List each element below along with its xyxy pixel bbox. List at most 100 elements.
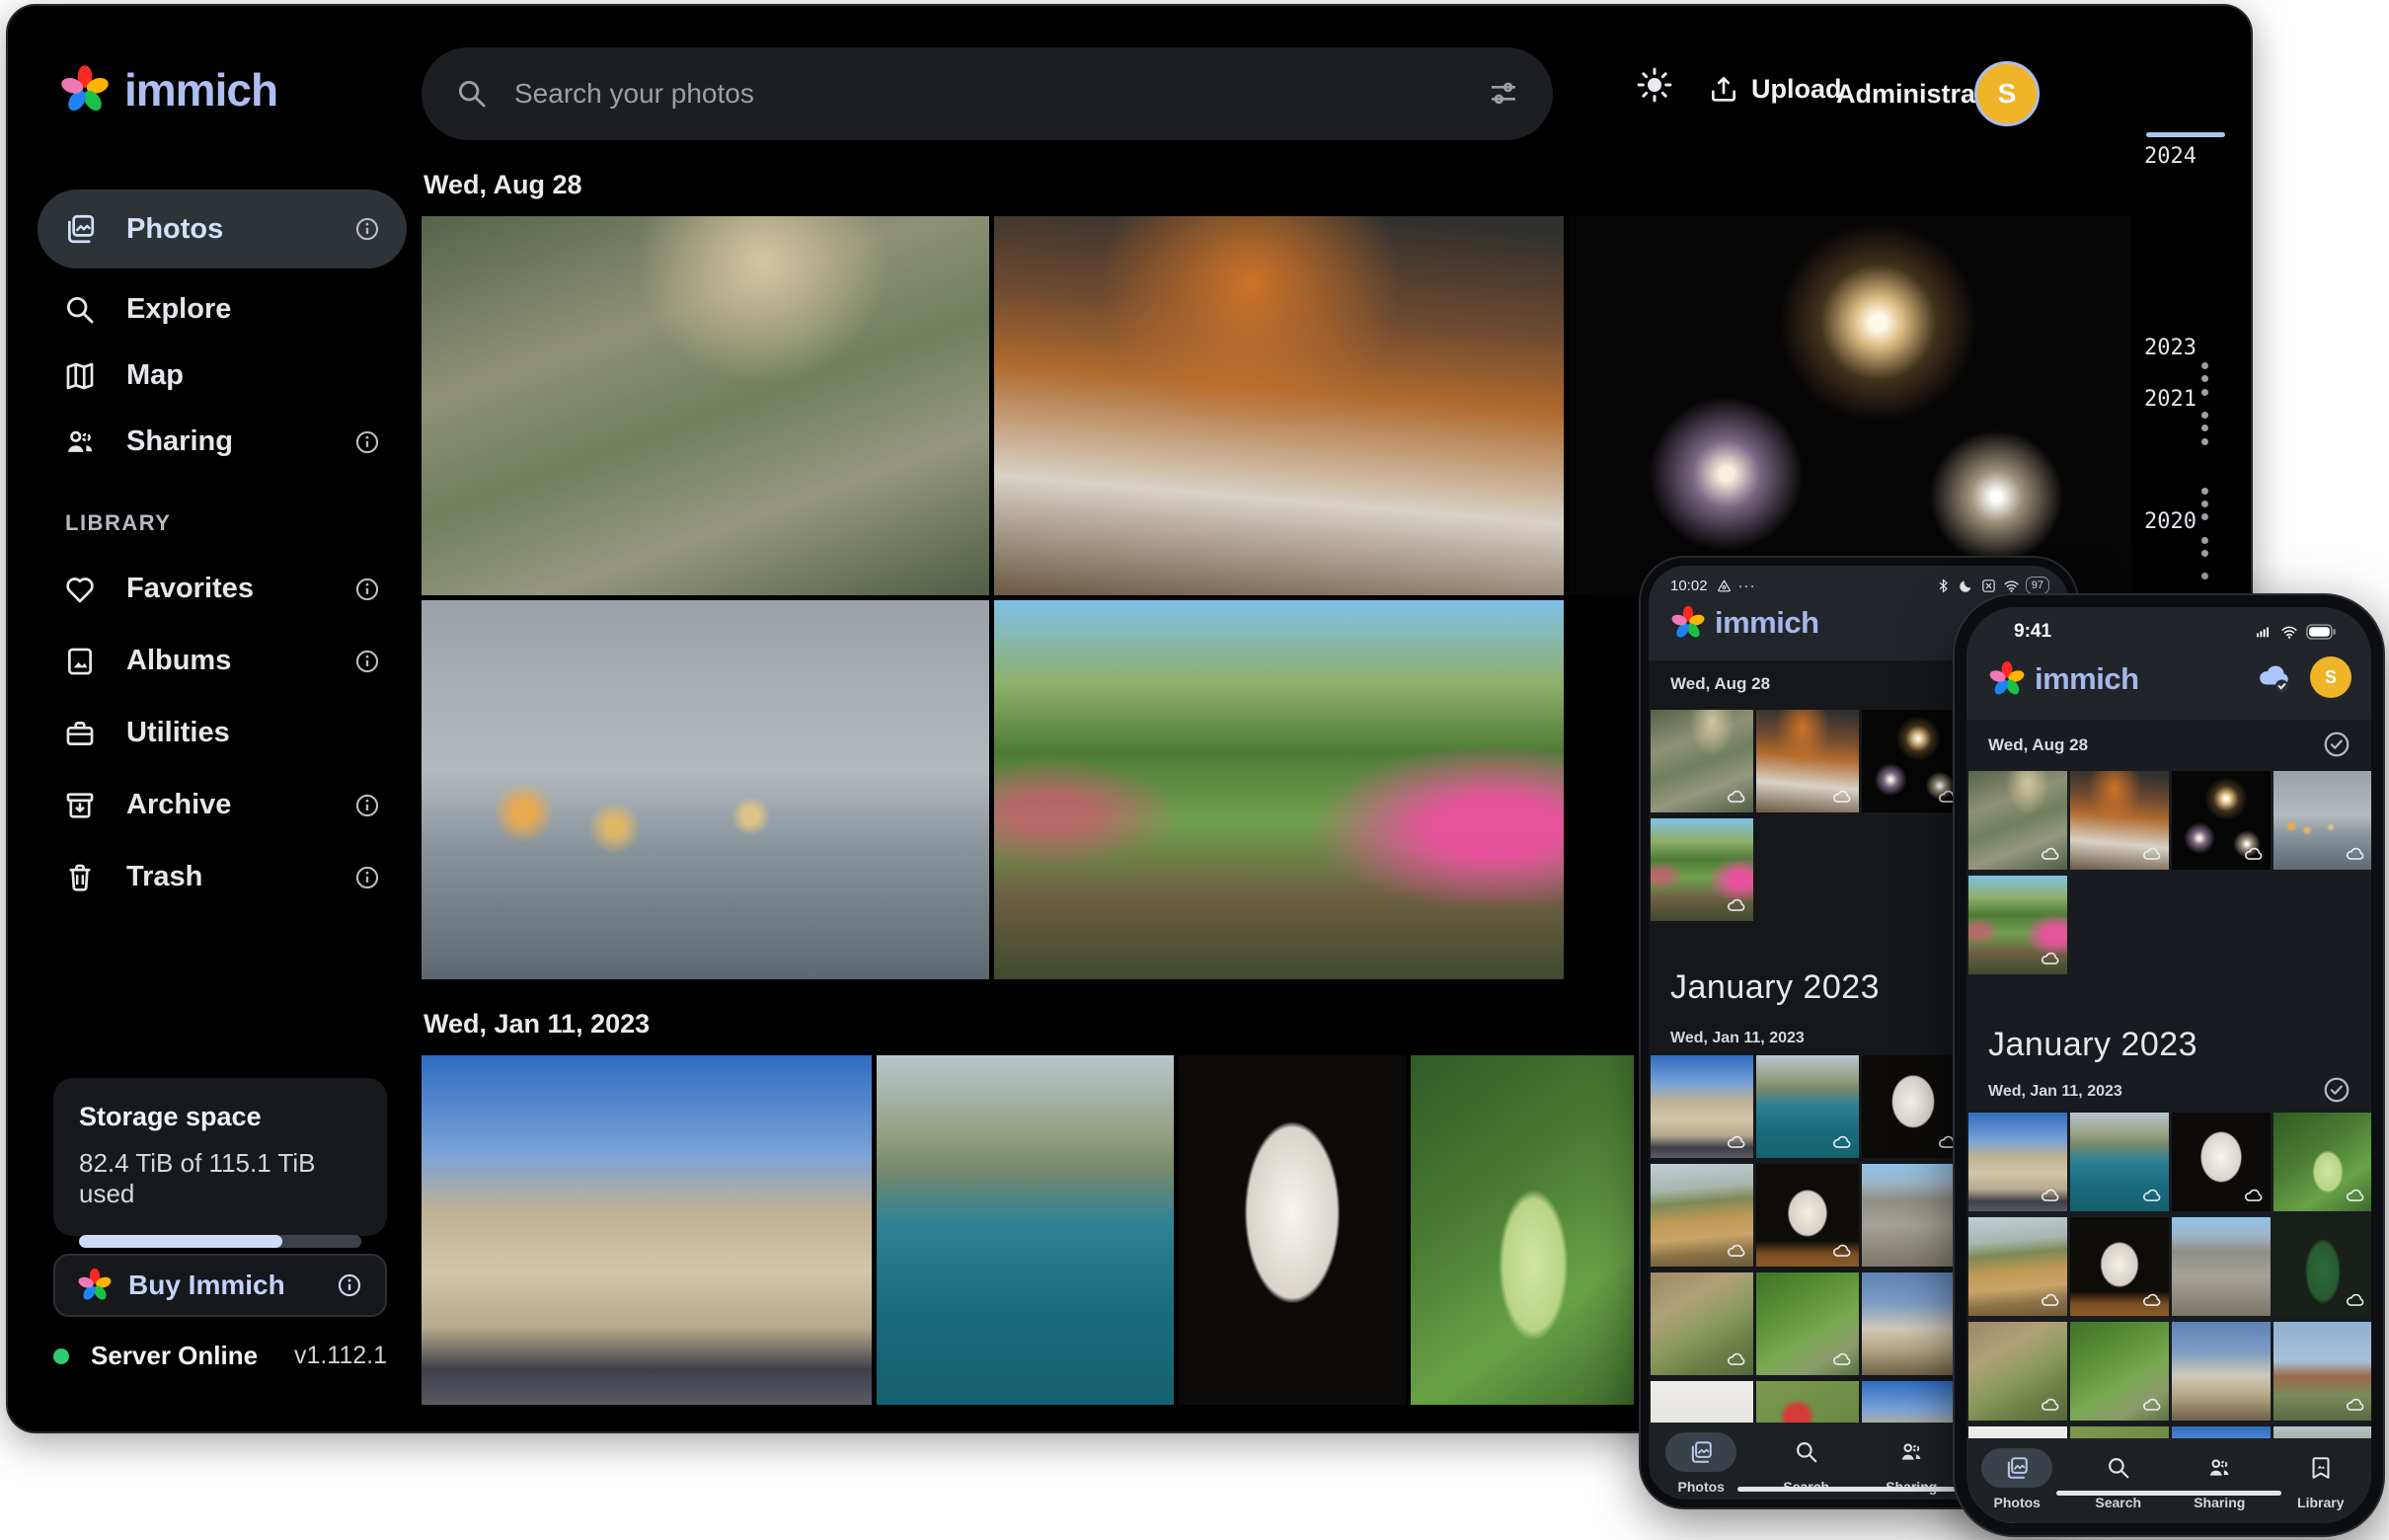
photo-tile-lizard2[interactable]	[2070, 1322, 2169, 1421]
photo-tile-monkeys[interactable]	[1968, 771, 2067, 870]
photo-tile-wall[interactable]	[1862, 1164, 1965, 1267]
info-icon[interactable]	[353, 792, 381, 819]
theme-toggle-button[interactable]	[1635, 65, 1674, 105]
photo-tile-bust[interactable]	[2172, 1113, 2271, 1211]
info-icon[interactable]	[336, 1271, 363, 1299]
nav-item-search[interactable]: Search	[1759, 1432, 1854, 1495]
user-avatar[interactable]: S	[2310, 656, 2351, 698]
photo-tile-plant[interactable]	[2273, 1113, 2371, 1211]
sidebar-item-favorites[interactable]: Favorites	[38, 556, 407, 622]
scrubber-month-dot	[2201, 573, 2208, 579]
photo-tile-sculpt[interactable]	[1756, 1164, 1859, 1267]
storage-progress-bar	[79, 1235, 361, 1248]
photo-tile-lizard2[interactable]	[1756, 1272, 1859, 1375]
sidebar-item-map[interactable]: Map	[38, 343, 407, 409]
photo-tile-fortress[interactable]	[1968, 1113, 2067, 1211]
upload-button[interactable]: Upload	[1708, 73, 1842, 105]
nav-item-photos[interactable]: Photos	[1969, 1448, 2064, 1510]
photo-tile-house[interactable]	[2273, 1322, 2371, 1421]
sidebar-item-archive[interactable]: Archive	[38, 772, 407, 838]
buy-immich-button[interactable]: Buy Immich	[53, 1254, 387, 1317]
photo-tile-bust[interactable]	[1862, 1055, 1965, 1158]
photo-hands[interactable]	[422, 600, 989, 979]
photo-park[interactable]	[994, 600, 1564, 979]
search-bar[interactable]: Search your photos	[422, 47, 1553, 140]
photo-tile-sculpt[interactable]	[2070, 1217, 2169, 1316]
iphone-screen: 9:41 immich S Wed, Aug 28 January 2023 W…	[1966, 607, 2371, 1523]
photo-tile-dinner[interactable]	[1756, 710, 1859, 812]
archive-icon	[63, 789, 97, 822]
sidebar-item-label: Explore	[126, 293, 381, 326]
cloud-backup-icon	[1726, 1131, 1747, 1153]
photo-tile-park[interactable]	[1968, 876, 2067, 974]
immich-flower-icon	[77, 1268, 113, 1303]
home-indicator[interactable]	[2056, 1491, 2281, 1496]
sidebar-item-utilities[interactable]: Utilities	[38, 700, 407, 766]
photo-tile-coast[interactable]	[1756, 1055, 1859, 1158]
photo-monkeys[interactable]	[422, 216, 989, 595]
photo-coast[interactable]	[877, 1055, 1174, 1405]
explore-icon	[63, 293, 97, 327]
sidebar-item-photos[interactable]: Photos	[38, 190, 407, 269]
cell-signal-icon	[2253, 624, 2273, 640]
photo-grid-aug	[1968, 771, 2371, 977]
sidebar-item-trash[interactable]: Trash	[38, 844, 407, 910]
photo-tile-beach[interactable]	[1651, 1164, 1753, 1267]
sidebar-item-sharing[interactable]: Sharing	[38, 409, 407, 475]
photos-icon	[2004, 1455, 2030, 1481]
sidebar-item-albums[interactable]: Albums	[38, 628, 407, 694]
nav-item-sharing[interactable]: Sharing	[2172, 1448, 2267, 1510]
photo-tile-lizard1[interactable]	[1968, 1322, 2067, 1421]
photo-tile-dinner[interactable]	[2070, 771, 2169, 870]
cloud-backup-icon	[1831, 786, 1853, 808]
cloud-sync-icon[interactable]	[2255, 657, 2294, 697]
photo-tile-hands[interactable]	[2273, 771, 2371, 870]
photo-tile-fireworks[interactable]	[1862, 710, 1965, 812]
cloud-backup-icon	[2040, 843, 2061, 865]
photo-tile-lizard1[interactable]	[1651, 1272, 1753, 1375]
photo-fortress[interactable]	[422, 1055, 872, 1405]
photo-tile-church[interactable]	[2172, 1322, 2271, 1421]
select-all-check-icon[interactable]	[2322, 1075, 2351, 1105]
app-logo[interactable]: immich	[59, 63, 277, 116]
scrubber-year-2024[interactable]: 2024	[2144, 144, 2219, 169]
info-icon[interactable]	[353, 576, 381, 603]
photo-tile-fortress[interactable]	[1651, 1055, 1753, 1158]
photo-bust[interactable]	[1179, 1055, 1406, 1405]
photo-dinner[interactable]	[994, 216, 1564, 595]
vault-icon	[1716, 578, 1733, 594]
photo-plant[interactable]	[1411, 1055, 1634, 1405]
map-icon	[63, 359, 97, 393]
home-indicator[interactable]	[1737, 1487, 1980, 1492]
cloud-backup-icon	[2040, 1185, 2061, 1206]
sidebar-item-explore[interactable]: Explore	[38, 276, 407, 343]
info-icon[interactable]	[353, 864, 381, 891]
scrubber-year-2023[interactable]: 2023	[2144, 336, 2219, 360]
photo-tile-fireworks[interactable]	[2172, 771, 2271, 870]
photo-tile-coast[interactable]	[2070, 1113, 2169, 1211]
nav-item-library[interactable]: Library	[2273, 1448, 2368, 1510]
photo-tile-park[interactable]	[1651, 818, 1753, 921]
select-all-check-icon[interactable]	[2322, 730, 2351, 759]
photo-tile-wall[interactable]	[2172, 1217, 2271, 1316]
info-icon[interactable]	[353, 648, 381, 675]
cloud-backup-icon	[2243, 843, 2265, 865]
nav-icon-pill	[1771, 1432, 1842, 1472]
photo-tile-church[interactable]	[1862, 1272, 1965, 1375]
date-header: Wed, Jan 11, 2023	[1670, 1030, 1805, 1047]
search-filter-icon[interactable]	[1488, 78, 1519, 110]
nav-label: Sharing	[2194, 1495, 2245, 1510]
info-icon[interactable]	[353, 428, 381, 456]
nav-item-photos[interactable]: Photos	[1654, 1432, 1748, 1495]
scrubber-year-2020[interactable]: 2020	[2144, 509, 2219, 534]
nav-item-sharing[interactable]: Sharing	[1864, 1432, 1959, 1495]
sidebar-item-label: Photos	[126, 213, 353, 246]
photo-tile-tree[interactable]	[2273, 1217, 2371, 1316]
photo-fireworks[interactable]	[1569, 216, 2131, 595]
user-avatar[interactable]: S	[1974, 61, 2040, 126]
photo-tile-monkeys[interactable]	[1651, 710, 1753, 812]
photo-tile-beach[interactable]	[1968, 1217, 2067, 1316]
nav-item-search[interactable]: Search	[2071, 1448, 2166, 1510]
cloud-backup-icon	[2040, 948, 2061, 969]
info-icon[interactable]	[353, 215, 381, 243]
